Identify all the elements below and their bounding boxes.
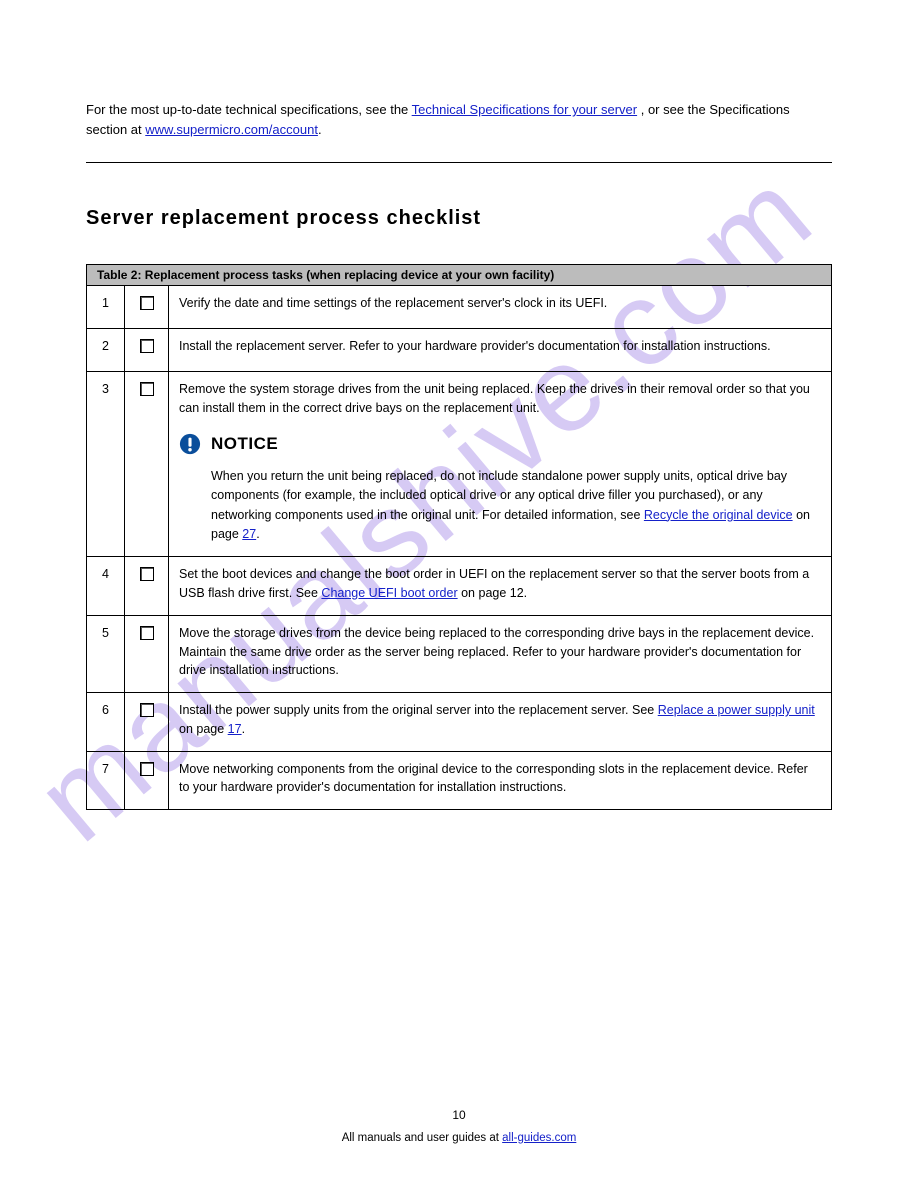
row-number: 1 bbox=[87, 286, 125, 329]
link-recycle[interactable]: Recycle the original device bbox=[644, 508, 793, 522]
row-text: Verify the date and time settings of the… bbox=[169, 286, 832, 329]
row-text: Set the boot devices and change the boot… bbox=[169, 557, 832, 616]
table-header: Table 2: Replacement process tasks (when… bbox=[86, 264, 832, 285]
intro-paragraph: For the most up-to-date technical specif… bbox=[86, 100, 832, 140]
notice-icon bbox=[179, 433, 201, 455]
table-row: 3 Remove the system storage drives from … bbox=[87, 371, 832, 557]
table-row: 2 Install the replacement server. Refer … bbox=[87, 329, 832, 372]
link-page27[interactable]: 27 bbox=[242, 527, 256, 541]
section-divider bbox=[86, 162, 832, 163]
row-number: 7 bbox=[87, 751, 125, 810]
row-text: Move networking components from the orig… bbox=[169, 751, 832, 810]
row-checkbox-cell bbox=[125, 286, 169, 329]
table-row: 7 Move networking components from the or… bbox=[87, 751, 832, 810]
page-footer: 10 All manuals and user guides at all-gu… bbox=[0, 1108, 918, 1144]
row-text: Move the storage drives from the device … bbox=[169, 615, 832, 692]
checklist-table: 1 Verify the date and time settings of t… bbox=[86, 285, 832, 810]
checkbox-icon[interactable] bbox=[140, 762, 154, 776]
link-spec-url[interactable]: www.supermicro.com/account bbox=[145, 122, 318, 137]
checkbox-icon[interactable] bbox=[140, 296, 154, 310]
section-heading: Server replacement process checklist bbox=[86, 207, 832, 230]
link-power-supply[interactable]: Replace a power supply unit bbox=[658, 703, 815, 717]
row-number: 6 bbox=[87, 693, 125, 752]
row-text: Install the replacement server. Refer to… bbox=[169, 329, 832, 372]
checkbox-icon[interactable] bbox=[140, 567, 154, 581]
link-uefi[interactable]: Change UEFI boot order bbox=[321, 586, 457, 600]
page-number: 10 bbox=[0, 1108, 918, 1122]
row-text: Install the power supply units from the … bbox=[169, 693, 832, 752]
row-number: 2 bbox=[87, 329, 125, 372]
checkbox-icon[interactable] bbox=[140, 703, 154, 717]
notice-label: NOTICE bbox=[211, 431, 278, 457]
row-number: 3 bbox=[87, 371, 125, 557]
checkbox-icon[interactable] bbox=[140, 626, 154, 640]
table-row: 5 Move the storage drives from the devic… bbox=[87, 615, 832, 692]
link-manualshive[interactable]: all-guides.com bbox=[502, 1132, 576, 1144]
row-number: 5 bbox=[87, 615, 125, 692]
row-text: Remove the system storage drives from th… bbox=[169, 371, 832, 557]
table-row: 6 Install the power supply units from th… bbox=[87, 693, 832, 752]
table-row: 4 Set the boot devices and change the bo… bbox=[87, 557, 832, 616]
row-number: 4 bbox=[87, 557, 125, 616]
checkbox-icon[interactable] bbox=[140, 339, 154, 353]
table-row: 1 Verify the date and time settings of t… bbox=[87, 286, 832, 329]
notice-body: When you return the unit being replaced,… bbox=[211, 467, 821, 545]
link-page17[interactable]: 17 bbox=[228, 722, 242, 736]
link-tech-specs[interactable]: Technical Specifications for your server bbox=[412, 102, 637, 117]
checkbox-icon[interactable] bbox=[140, 382, 154, 396]
